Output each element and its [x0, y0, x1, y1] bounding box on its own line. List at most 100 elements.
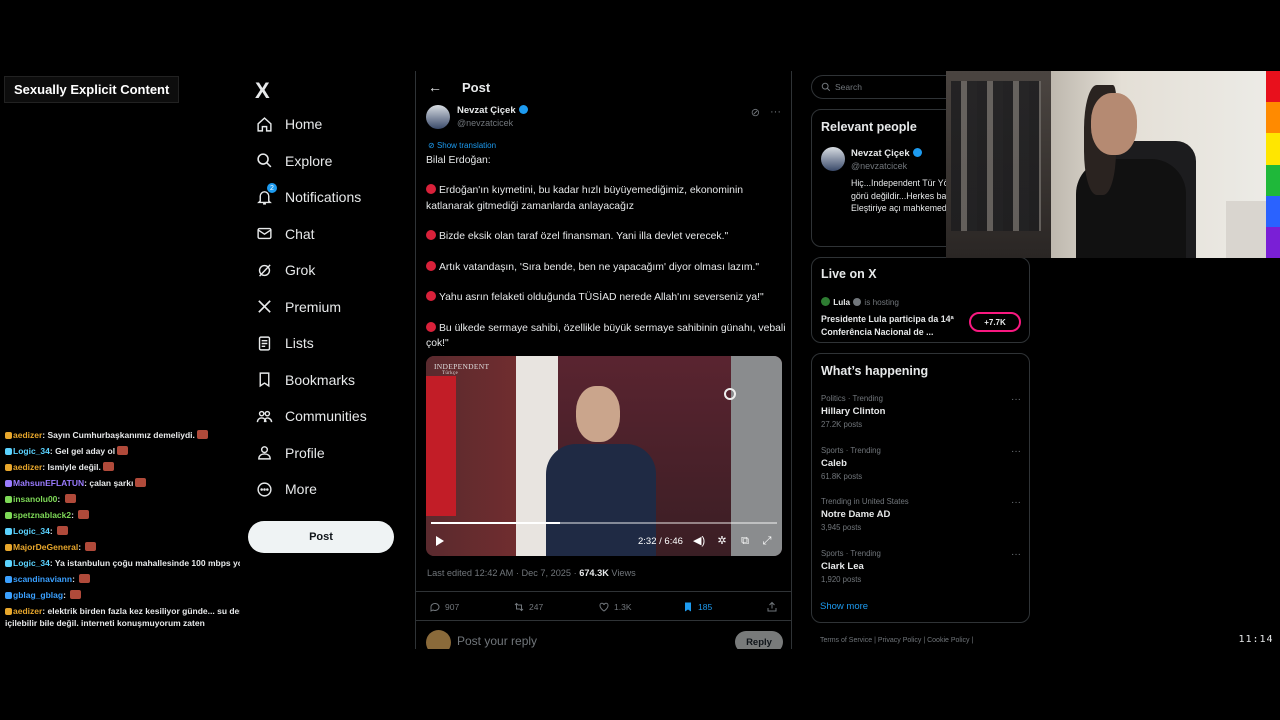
- chat-username[interactable]: gblag_gblag: [13, 590, 63, 600]
- trend-count: 61.8K posts: [821, 471, 863, 481]
- play-icon[interactable]: [436, 536, 444, 546]
- trend-item[interactable]: Politics · Trending Hillary Clinton 27.2…: [821, 394, 1021, 429]
- reply-button[interactable]: 907: [429, 601, 459, 613]
- nav-more[interactable]: More: [255, 475, 317, 503]
- nav-home[interactable]: Home: [255, 110, 322, 138]
- x-logo-icon[interactable]: X: [255, 78, 270, 104]
- trend-item[interactable]: Trending in United States Notre Dame AD …: [821, 497, 1021, 532]
- stream-chat-overlay: Sexually Explicit Content aedizer: Sayın…: [0, 71, 261, 649]
- live-listeners-pill[interactable]: +7.7K: [969, 312, 1021, 332]
- post-timestamp[interactable]: Last edited 12:42 AM · Dec 7, 2025 ·: [427, 568, 579, 578]
- post-paragraph: Bilal Erdoğan:: [426, 155, 491, 166]
- chat-badge-icon: [5, 448, 12, 455]
- person-name[interactable]: Nevzat Çiçek: [851, 148, 923, 159]
- video-player[interactable]: INDEPENDENT Türkçe 2:32 / 6:46 ◀) ✲ ⧉ ⤢: [426, 356, 782, 556]
- rainbow-color-bar: [1266, 71, 1280, 259]
- reply-submit-button[interactable]: Reply: [735, 631, 783, 649]
- chat-separator: :: [71, 510, 77, 520]
- chat-badge-icon: [5, 576, 12, 583]
- mail-icon: [255, 225, 273, 243]
- chat-username[interactable]: MajorDeGeneral: [13, 542, 78, 552]
- live-host[interactable]: Lula is hosting: [821, 297, 899, 307]
- more-options-icon[interactable]: ···: [770, 106, 781, 119]
- trend-item[interactable]: Sports · Trending Clark Lea 1,920 posts …: [821, 549, 1021, 584]
- fullscreen-icon[interactable]: ⤢: [761, 535, 773, 547]
- panel-title: What’s happening: [821, 364, 929, 378]
- nav-premium[interactable]: Premium: [255, 293, 341, 321]
- author-handle[interactable]: @nevzatcicek: [457, 118, 513, 128]
- video-progress-bar[interactable]: [431, 522, 777, 524]
- chat-username[interactable]: Logic_34: [13, 526, 50, 536]
- more-options-icon[interactable]: ···: [1011, 497, 1021, 508]
- chat-text: çalan şarkı: [89, 478, 134, 488]
- bookmark-button[interactable]: 185: [682, 601, 712, 613]
- nav-label: Chat: [285, 225, 315, 242]
- more-circle-icon: [255, 480, 273, 498]
- share-icon: [767, 601, 777, 612]
- chat-text: Sayın Cumhurbaşkanımız demeliydi.: [47, 430, 195, 440]
- chat-username[interactable]: aedizer: [13, 430, 42, 440]
- nav-profile[interactable]: Profile: [255, 439, 325, 467]
- chat-separator: :: [57, 494, 63, 504]
- avatar[interactable]: [821, 147, 845, 171]
- content-warning-badge: Sexually Explicit Content: [4, 76, 180, 103]
- show-translation-link[interactable]: ⊘ Show translation: [428, 141, 496, 150]
- show-more-link[interactable]: Show more: [820, 601, 868, 612]
- grok-icon[interactable]: ⊘: [751, 106, 760, 119]
- avatar[interactable]: [426, 105, 450, 129]
- nav-chat[interactable]: Chat: [255, 220, 315, 248]
- trend-count: 1,920 posts: [821, 574, 862, 584]
- chat-emote-icon: [196, 430, 208, 439]
- avatar: [426, 630, 451, 649]
- live-title[interactable]: Presidente Lula participa da 14ª Conferê…: [821, 313, 966, 338]
- chat-username[interactable]: aedizer: [13, 606, 42, 616]
- chat-emote-icon: [64, 494, 76, 503]
- color-bar-segment: [1266, 226, 1280, 259]
- post-meta: Last edited 12:42 AM · Dec 7, 2025 · 674…: [427, 568, 636, 578]
- person-handle: @nevzatcicek: [851, 161, 908, 171]
- nav-notifications[interactable]: 2 Notifications: [255, 183, 361, 211]
- more-options-icon[interactable]: ···: [1011, 549, 1021, 560]
- nav-explore[interactable]: Explore: [255, 147, 332, 175]
- list-icon: [255, 334, 273, 352]
- video-time: 2:32 / 6:46: [638, 536, 683, 547]
- chat-username[interactable]: insanolu00: [13, 494, 57, 504]
- nav-communities[interactable]: Communities: [255, 402, 367, 430]
- chat-username[interactable]: scandinaviann: [13, 574, 72, 584]
- footer-links[interactable]: Terms of Service | Privacy Policy | Cook…: [820, 637, 973, 644]
- pip-icon[interactable]: ⧉: [739, 535, 751, 547]
- chat-username[interactable]: Logic_34: [13, 446, 50, 456]
- volume-icon[interactable]: ◀): [693, 535, 705, 547]
- stream-clock: 11:14: [1232, 629, 1280, 649]
- chat-username[interactable]: MahsunEFLATUN: [13, 478, 84, 488]
- trend-topic: Caleb: [821, 457, 847, 469]
- back-arrow-icon[interactable]: ←: [428, 79, 442, 95]
- author-name[interactable]: Nevzat Çiçek: [457, 105, 528, 116]
- people-icon: [255, 407, 273, 425]
- nav-grok[interactable]: Grok: [255, 256, 315, 284]
- like-button[interactable]: 1.3K: [598, 601, 632, 613]
- chat-username[interactable]: spetznablack2: [13, 510, 71, 520]
- host-avatar: [821, 297, 830, 306]
- trend-item[interactable]: Sports · Trending Caleb 61.8K posts ···: [821, 446, 1021, 481]
- more-options-icon[interactable]: ···: [1011, 446, 1021, 457]
- more-options-icon[interactable]: ···: [1011, 394, 1021, 405]
- verified-badge-icon: [853, 298, 862, 306]
- post-button[interactable]: Post: [248, 521, 394, 553]
- post-author: Nevzat Çiçek @nevzatcicek ⊘ ···: [426, 103, 783, 133]
- nav-lists[interactable]: Lists: [255, 329, 314, 357]
- nav-label: Grok: [285, 262, 316, 278]
- nav-bookmarks[interactable]: Bookmarks: [255, 366, 355, 394]
- post-actions-top: ⊘ ···: [751, 106, 781, 119]
- trend-count: 3,945 posts: [821, 523, 862, 532]
- chat-separator: :: [63, 590, 69, 600]
- chat-username[interactable]: aedizer: [13, 462, 42, 472]
- repost-button[interactable]: 247: [513, 601, 543, 613]
- chat-username[interactable]: Logic_34: [13, 558, 50, 568]
- settings-gear-icon[interactable]: ✲: [716, 535, 728, 547]
- share-button[interactable]: [766, 601, 778, 613]
- trend-topic: Clark Lea: [821, 560, 864, 572]
- color-bar-segment: [1266, 71, 1280, 103]
- color-bar-segment: [1266, 164, 1280, 196]
- reply-input[interactable]: Post your reply: [457, 634, 537, 648]
